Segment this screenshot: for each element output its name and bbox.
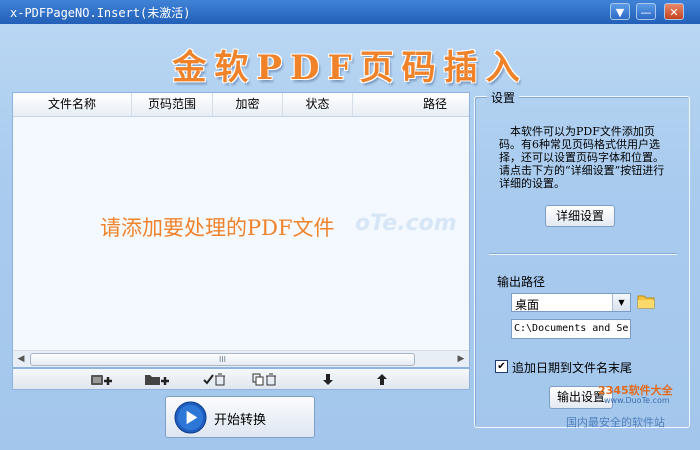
column-header-page-range[interactable]: 页码范围 — [132, 93, 213, 116]
settings-divider — [489, 253, 677, 255]
chevron-down-icon[interactable]: ▼ — [612, 294, 630, 311]
folder-icon[interactable] — [637, 294, 655, 309]
start-convert-button[interactable]: 开始转换 — [165, 396, 315, 438]
app-window: x-PDFPageNO.Insert(未激活) ▼ — ✕ 金软PDF页码插入 … — [0, 0, 700, 450]
scroll-left-icon[interactable]: ◀ — [13, 351, 29, 367]
play-icon — [174, 401, 207, 434]
empty-list-hint: 请添加要处理的PDF文件 — [100, 216, 335, 240]
output-path-field[interactable]: C:\Documents and Se — [511, 319, 631, 339]
scroll-thumb[interactable]: III — [30, 353, 415, 366]
title-bar: x-PDFPageNO.Insert(未激活) ▼ — ✕ — [0, 0, 700, 24]
list-toolbar — [12, 368, 470, 390]
move-down-icon[interactable] — [313, 371, 343, 388]
remove-all-icon[interactable] — [251, 371, 281, 388]
scroll-right-icon[interactable]: ▶ — [453, 351, 469, 367]
move-up-icon[interactable] — [367, 371, 397, 388]
file-list-header: 文件名称 页码范围 加密 状态 路径 — [13, 93, 469, 117]
minimize-button[interactable]: — — [636, 3, 656, 20]
settings-legend: 设置 — [487, 89, 520, 106]
append-date-checkbox[interactable]: ✔ — [495, 360, 508, 373]
column-header-path[interactable]: 路径 — [353, 93, 469, 116]
add-file-icon[interactable] — [88, 371, 118, 388]
append-date-label[interactable]: 追加日期到文件名末尾 — [512, 359, 632, 376]
site-watermark: oTe.com — [355, 211, 457, 236]
brand-slogan: 国内最安全的软件站 — [566, 416, 665, 429]
start-convert-label: 开始转换 — [214, 413, 267, 428]
remove-checked-icon[interactable] — [201, 371, 231, 388]
brand-url: www.DuoTe.com — [604, 396, 670, 405]
output-location-select[interactable]: 桌面 ▼ — [511, 293, 631, 312]
menu-button[interactable]: ▼ — [610, 3, 630, 20]
column-header-status[interactable]: 状态 — [283, 93, 353, 116]
output-location-value: 桌面 — [515, 298, 540, 312]
window-title: x-PDFPageNO.Insert(未激活) — [10, 6, 191, 20]
detail-settings-button[interactable]: 详细设置 — [545, 205, 615, 227]
close-button[interactable]: ✕ — [664, 3, 684, 20]
add-folder-icon[interactable] — [143, 371, 173, 388]
app-banner: 金软PDF页码插入 — [172, 48, 528, 88]
settings-description: 本软件可以为PDF文件添加页码。有6种常见页码格式供用户选择，还可以设置页码字体… — [499, 125, 665, 190]
column-header-file-name[interactable]: 文件名称 — [13, 93, 132, 116]
column-header-encrypt[interactable]: 加密 — [213, 93, 283, 116]
output-path-label: 输出路径 — [497, 275, 546, 289]
horizontal-scrollbar[interactable]: ◀ III ▶ — [13, 350, 469, 367]
settings-group: 设置 本软件可以为PDF文件添加页码。有6种常见页码格式供用户选择，还可以设置页… — [474, 89, 690, 428]
